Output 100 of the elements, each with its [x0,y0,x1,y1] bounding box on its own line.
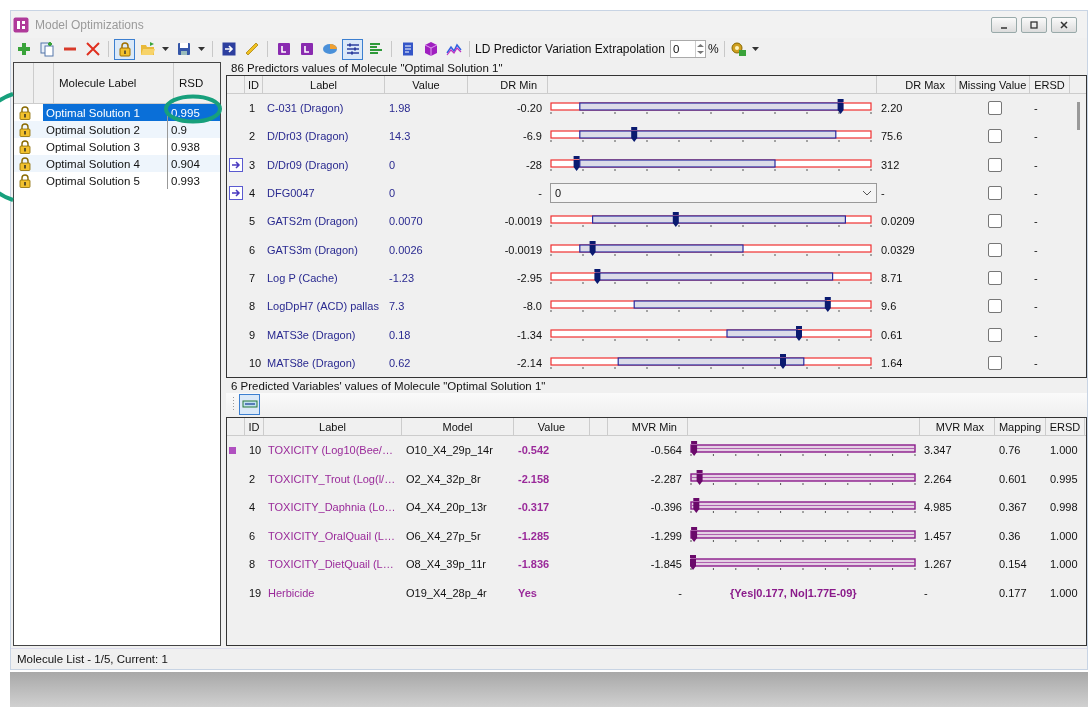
slider-thumb[interactable] [672,212,679,228]
extrapolation-spinbox[interactable]: 0 [669,40,706,58]
range-fill [726,328,798,338]
missing-value-checkbox[interactable] [988,299,1002,314]
group-title: 86 Predictors values of Molecule "Optimal Solution 1" [230,61,504,75]
caret-icon[interactable] [751,47,759,51]
square-icon [298,41,315,57]
column-header[interactable]: ID [245,418,264,435]
missing-value-checkbox[interactable] [988,355,1002,370]
missing-value-checkbox[interactable] [988,101,1002,116]
lock-icon [19,173,31,188]
spin-arrows-icon[interactable] [695,42,705,56]
column-header[interactable]: MVR Min [608,418,688,435]
sliders-icon [344,41,361,57]
molecule-row[interactable]: Optimal Solution 1 0.995 [43,104,220,121]
toolbar-button[interactable] [342,38,363,60]
slider-thumb[interactable] [594,268,601,284]
slider-thumb[interactable] [837,99,844,115]
x-icon [84,41,101,57]
column-header[interactable]: RSD [174,63,220,103]
table-cell-text: C-031 (Dragon) [266,102,345,115]
missing-value-checkbox[interactable] [988,186,1002,201]
folder-icon [139,41,156,57]
table-cell-text: 2.264 [923,472,953,485]
column-header[interactable]: Missing Value [956,76,1030,93]
slider-thumb[interactable] [796,325,802,341]
column-header[interactable]: Label [264,418,402,435]
table-cell-text: 14.3 [388,130,412,143]
table-cell-text: 0.367 [998,501,1028,514]
view-button[interactable] [239,393,260,415]
close-button[interactable] [1051,16,1077,33]
column-header[interactable]: DR Min [468,76,548,93]
column-header[interactable]: ERSD [1030,76,1070,93]
lock-button[interactable] [114,38,135,60]
grip-icon[interactable] [232,396,235,412]
value-dropdown[interactable]: 0 [550,183,877,204]
table-cell-text: 0.998 [1049,501,1079,514]
table-cell-text: - [537,187,543,200]
table-cell-text: O4_X4_20p_13r [405,501,488,514]
missing-value-checkbox[interactable] [988,242,1002,257]
table-cell-text: -28 [525,158,543,171]
table-cell-text: O8_X4_39p_11r [405,558,487,571]
missing-value-checkbox[interactable] [988,129,1002,144]
column-header[interactable]: Label [263,76,385,93]
table-cell-text: 0.18 [388,328,412,341]
caret-icon[interactable] [162,47,169,51]
table-cell-text: 19 [248,586,263,599]
table-cell-text: - [1033,158,1039,171]
table-cell-text: Herbicide [267,586,316,599]
table-cell-text: -0.0019 [503,215,543,228]
minimize-button[interactable] [991,16,1017,33]
slider-thumb[interactable] [824,297,831,313]
molecule-row[interactable]: Optimal Solution 5 0.993 [43,172,220,189]
slider-thumb[interactable] [780,353,786,369]
table-cell-text: 9.6 [880,300,898,313]
column-header[interactable]: Molecule Label [54,63,174,103]
table-cell-text: 1.000 [1049,558,1079,571]
caret-icon[interactable] [198,47,205,51]
column-header[interactable]: ERSD [1046,418,1085,435]
column-header[interactable]: Value [385,76,468,93]
table-cell-text: -2.95 [515,271,543,284]
table-cell-text: - [1033,300,1039,313]
table-cell-text: 0.36 [998,529,1022,542]
app-icon [13,16,29,33]
column-header[interactable]: Value [514,418,590,435]
table-cell-text: 10 [248,356,263,369]
column-header[interactable]: MVR Max [920,418,995,435]
table-cell-text: 6 [248,529,257,542]
column-header[interactable]: Mapping [995,418,1046,435]
slider-thumb[interactable] [696,469,703,485]
table-cell-text: 3 [248,158,257,171]
slider-thumb[interactable] [691,526,698,542]
minimize-icon [1000,26,1008,29]
column-header[interactable]: ID [245,76,263,93]
bars-icon [367,41,384,57]
extrapolation-label: LD Predictor Variation Extrapolation [475,42,665,56]
caret-icon[interactable] [862,190,872,197]
table-cell-text: 1.000 [1049,586,1079,599]
maximize-button[interactable] [1021,16,1047,33]
missing-value-checkbox[interactable] [988,327,1002,342]
plus-icon [15,41,32,57]
table-cell-text: 4 [248,501,257,514]
table-cell-text: 0.154 [998,558,1028,571]
slider-thumb[interactable] [693,498,700,514]
close-icon [1059,19,1069,30]
slider-thumb[interactable] [573,155,580,171]
column-header[interactable]: Model [402,418,514,435]
missing-value-checkbox[interactable] [988,157,1002,172]
table-cell-text: -1.299 [649,529,683,542]
table-cell-text: O2_X4_32p_8r [405,472,482,485]
missing-value-checkbox[interactable] [988,214,1002,229]
missing-value-checkbox[interactable] [988,270,1002,285]
slider-thumb[interactable] [691,441,698,457]
table-cell-text: 0.0209 [880,215,916,228]
slider-thumb[interactable] [690,555,696,571]
table-cell-text: 0.62 [388,356,412,369]
column-header[interactable]: DR Max [877,76,956,93]
slider-thumb[interactable] [631,127,638,143]
slider-thumb[interactable] [589,240,596,256]
table-cell-text: -2.287 [649,472,683,485]
